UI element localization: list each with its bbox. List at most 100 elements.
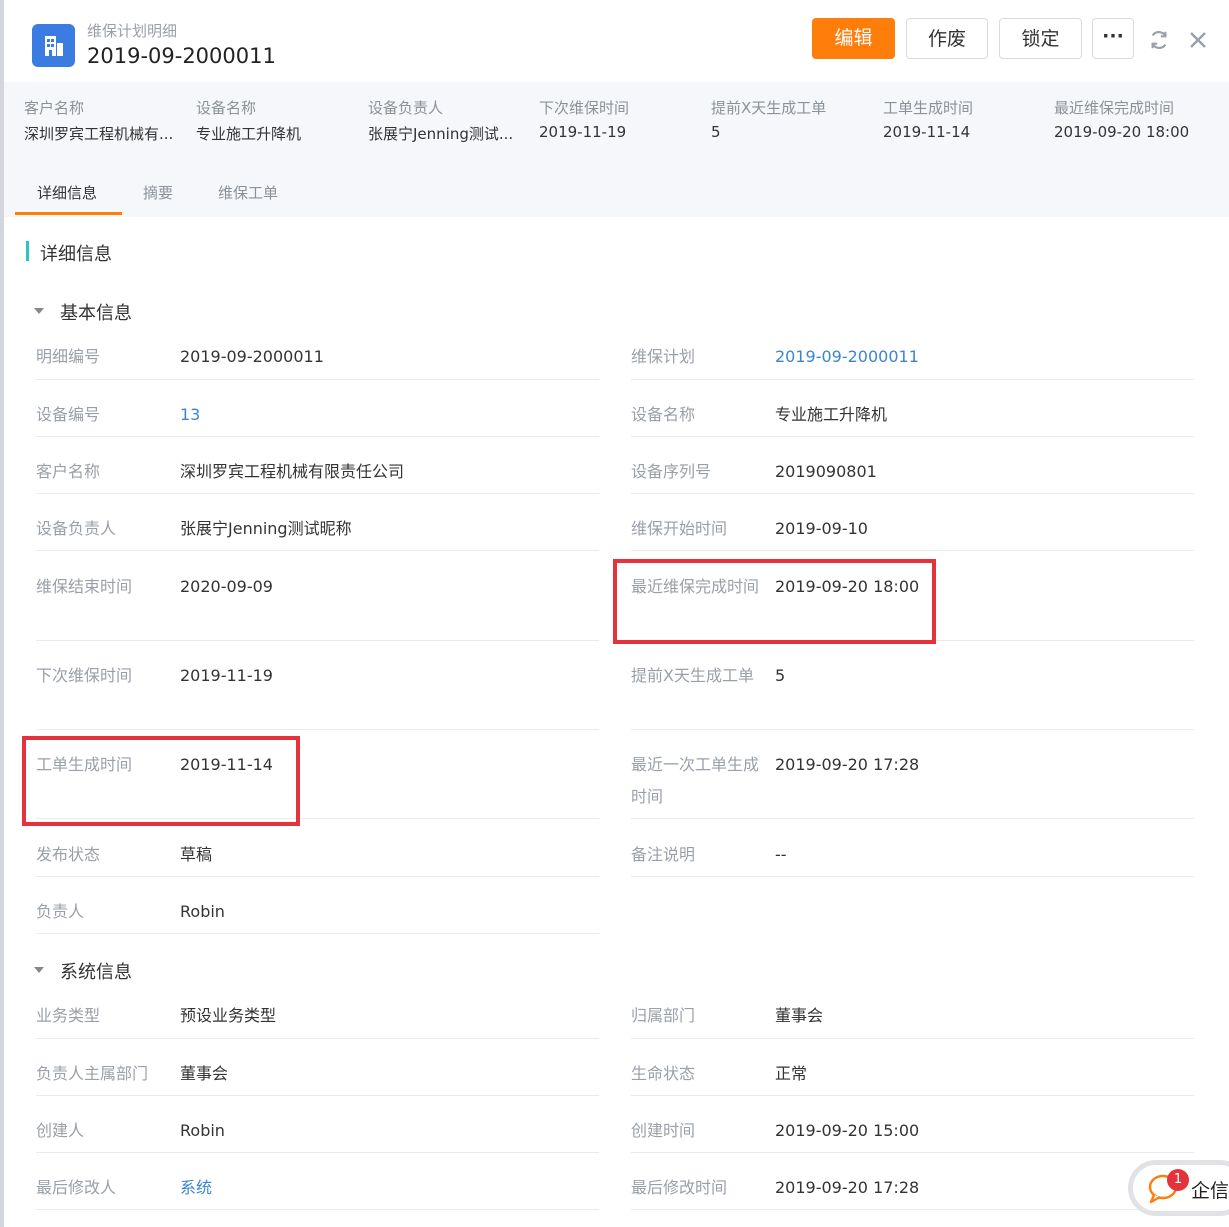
group-title: 基本信息 (60, 303, 132, 324)
summary-value: 2019-11-19 (539, 123, 627, 141)
field-label: 维保开始时间 (631, 519, 728, 538)
caret-down-icon (34, 308, 44, 314)
summary-value: 2019-09-20 18:00 (1054, 123, 1190, 141)
summary-item: 设备负责人 张展宁Jenning测试... (368, 97, 533, 144)
close-icon[interactable] (1188, 30, 1208, 50)
field-label: 创建时间 (631, 1121, 696, 1140)
summary-item: 客户名称 深圳罗宾工程机械有... (24, 97, 189, 144)
chat-label[interactable]: 企信 (1191, 1176, 1229, 1203)
field-serial: 设备序列号 2019090801 (631, 456, 1194, 494)
field-last-modifier: 最后修改人 系统 (36, 1172, 599, 1210)
field-next-maint: 下次维保时间 2019-11-19 (36, 660, 599, 730)
field-label: 发布状态 (36, 845, 101, 864)
field-plan: 维保计划 2019-09-2000011 (631, 341, 1194, 380)
field-label: 负责人主属部门 (36, 1064, 149, 1083)
header: 维保计划明细 2019-09-2000011 编辑 作废 锁定 ··· (4, 0, 1229, 82)
refresh-icon[interactable] (1148, 29, 1170, 51)
summary-value: 张展宁Jenning测试... (368, 125, 514, 143)
group-basic-info[interactable]: 基本信息 (34, 299, 132, 325)
summary-item: 设备名称 专业施工升降机 (196, 97, 361, 144)
section-bar (26, 241, 29, 261)
field-label: 提前X天生成工单 (631, 666, 754, 685)
field-label: 设备名称 (631, 405, 696, 424)
summary-value: 5 (711, 123, 721, 141)
field-remark: 备注说明 -- (631, 839, 1194, 877)
lock-button[interactable]: 锁定 (999, 18, 1082, 59)
field-value: 深圳罗宾工程机械有限责任公司 (180, 462, 405, 481)
highlight-box (22, 736, 300, 826)
field-last-order-gen: 最近一次工单生成时间 2019-09-20 17:28 (631, 749, 1194, 819)
last-modifier-link[interactable]: 系统 (180, 1172, 212, 1204)
field-label: 归属部门 (631, 1006, 696, 1025)
field-device-name: 设备名称 专业施工升降机 (631, 399, 1194, 437)
summary-item: 工单生成时间 2019-11-14 (883, 97, 1048, 141)
field-label: 下次维保时间 (36, 666, 133, 685)
field-value: 2020-09-09 (180, 577, 273, 596)
section-title-text: 详细信息 (40, 244, 112, 265)
field-value: 2019090801 (775, 462, 877, 481)
field-value: 正常 (775, 1064, 808, 1083)
field-device-owner: 设备负责人 张展宁Jenning测试昵称 (36, 513, 599, 551)
field-label: 负责人 (36, 902, 85, 921)
field-value: 2019-09-20 17:28 (775, 1178, 920, 1197)
summary-label: 最近维保完成时间 (1054, 99, 1175, 117)
page-title: 2019-09-2000011 (87, 44, 276, 68)
tab-bar: 详细信息 摘要 维保工单 (4, 160, 1229, 217)
field-value: 2019-09-20 17:28 (775, 755, 920, 774)
field-label: 设备编号 (36, 405, 101, 424)
field-value: Robin (180, 1121, 225, 1140)
field-life-status: 生命状态 正常 (631, 1058, 1194, 1096)
field-value: -- (775, 845, 787, 864)
active-tab-indicator (15, 212, 122, 215)
field-value: 2019-11-19 (180, 666, 273, 685)
field-department: 归属部门 董事会 (631, 1000, 1194, 1039)
field-advance-days: 提前X天生成工单 5 (631, 660, 1194, 730)
field-label: 设备负责人 (36, 519, 117, 538)
field-value: 5 (775, 666, 786, 685)
field-maint-end: 维保结束时间 2020-09-09 (36, 571, 599, 641)
void-button[interactable]: 作废 (906, 18, 988, 59)
field-publish-status: 发布状态 草稿 (36, 839, 599, 877)
caret-down-icon (34, 967, 44, 973)
field-label: 最后修改时间 (631, 1178, 728, 1197)
field-value: 2019-09-10 (775, 519, 868, 538)
field-value: 张展宁Jenning测试昵称 (180, 519, 352, 538)
summary-label: 客户名称 (24, 99, 85, 117)
summary-label: 下次维保时间 (539, 99, 630, 117)
summary-value: 2019-11-14 (883, 123, 971, 141)
edit-button[interactable]: 编辑 (812, 18, 895, 59)
summary-value: 深圳罗宾工程机械有... (24, 125, 174, 143)
tab-work-orders[interactable]: 维保工单 (218, 182, 278, 203)
summary-item: 最近维保完成时间 2019-09-20 18:00 (1054, 97, 1219, 141)
field-label: 创建人 (36, 1121, 85, 1140)
field-device-no: 设备编号 13 (36, 399, 599, 437)
field-label: 设备序列号 (631, 462, 712, 481)
field-value: 2019-09-2000011 (180, 347, 324, 366)
summary-strip: 客户名称 深圳罗宾工程机械有... 设备名称 专业施工升降机 设备负责人 张展宁… (4, 82, 1229, 160)
tab-details[interactable]: 详细信息 (37, 182, 97, 203)
field-label: 最后修改人 (36, 1178, 117, 1197)
summary-item: 下次维保时间 2019-11-19 (539, 97, 704, 141)
field-value: 专业施工升降机 (775, 405, 888, 424)
more-button[interactable]: ··· (1092, 18, 1134, 59)
field-value: 2019-09-20 15:00 (775, 1121, 920, 1140)
field-owner-dept: 负责人主属部门 董事会 (36, 1058, 599, 1096)
field-detail-no: 明细编号 2019-09-2000011 (36, 341, 599, 380)
plan-link[interactable]: 2019-09-2000011 (775, 341, 919, 373)
summary-label: 设备负责人 (368, 99, 444, 117)
tab-summary[interactable]: 摘要 (143, 182, 173, 203)
device-no-link[interactable]: 13 (180, 399, 200, 431)
summary-item: 提前X天生成工单 5 (711, 97, 876, 141)
summary-label: 设备名称 (196, 99, 257, 117)
field-last-modified-time: 最后修改时间 2019-09-20 17:28 (631, 1172, 1194, 1210)
field-owner: 负责人 Robin (36, 896, 599, 934)
field-customer: 客户名称 深圳罗宾工程机械有限责任公司 (36, 456, 599, 494)
group-system-info[interactable]: 系统信息 (34, 958, 132, 984)
group-title: 系统信息 (60, 962, 132, 983)
field-creator: 创建人 Robin (36, 1115, 599, 1153)
summary-label: 提前X天生成工单 (711, 99, 827, 117)
field-value: 董事会 (180, 1064, 229, 1083)
field-label: 生命状态 (631, 1064, 696, 1083)
field-label: 业务类型 (36, 1006, 101, 1025)
field-label: 维保计划 (631, 347, 696, 366)
